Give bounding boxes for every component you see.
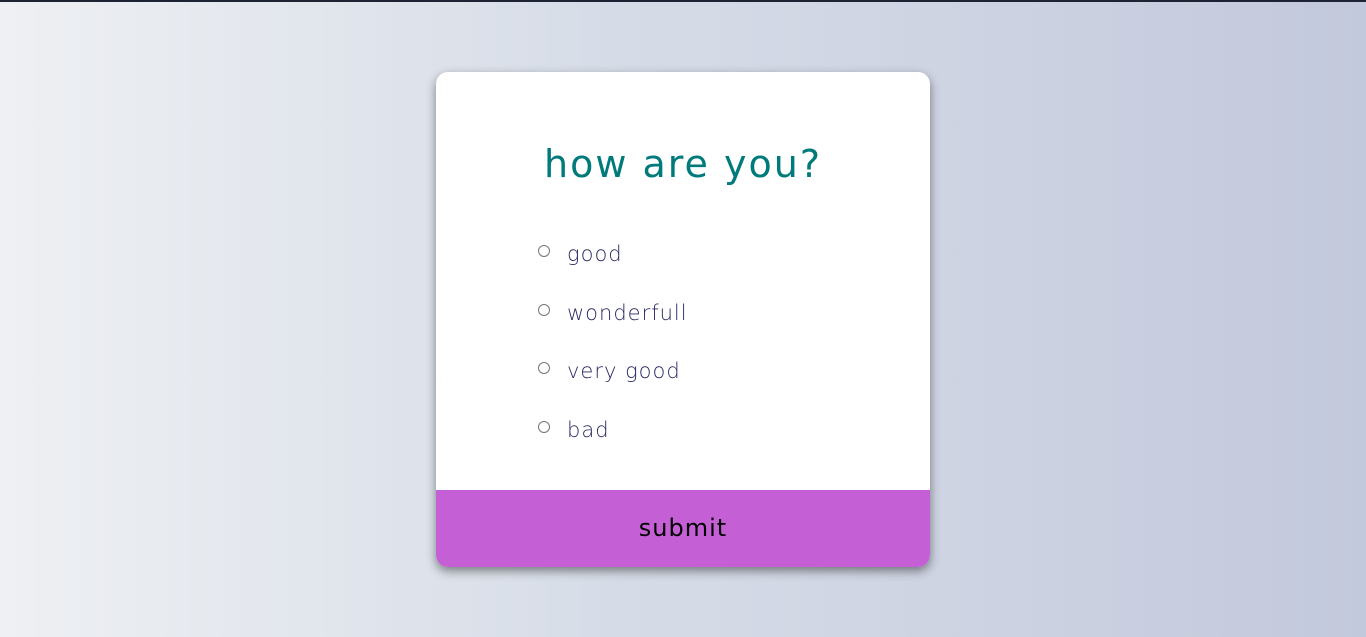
radio-button[interactable]: [538, 303, 550, 316]
radio-button[interactable]: [538, 245, 550, 258]
top-border: [0, 0, 1366, 2]
answer-label: very good: [567, 359, 681, 384]
radio-button[interactable]: [538, 362, 550, 375]
answer-list: good wonderfull very good bad: [536, 224, 688, 458]
quiz-card: how are you? good wonderfull very good b…: [436, 72, 930, 567]
radio-button[interactable]: [538, 420, 550, 433]
submit-button[interactable]: submit: [436, 490, 930, 567]
answer-label: wonderfull: [567, 300, 688, 325]
question-title: how are you?: [543, 142, 822, 186]
answer-option-bad[interactable]: bad: [536, 400, 688, 459]
answer-label: bad: [567, 417, 610, 442]
answer-label: good: [567, 242, 623, 267]
answer-option-wonderfull[interactable]: wonderfull: [536, 283, 688, 342]
answer-option-very-good[interactable]: very good: [536, 341, 688, 400]
answer-option-good[interactable]: good: [536, 224, 688, 283]
